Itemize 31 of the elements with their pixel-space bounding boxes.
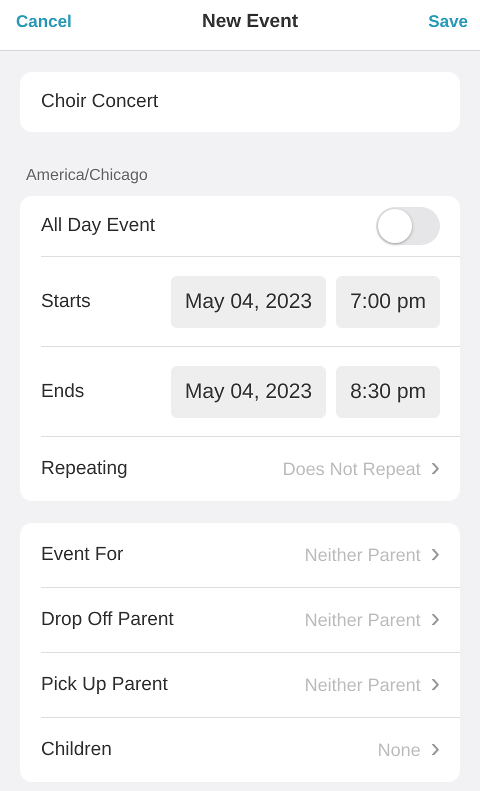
row-value: Neither Parent: [304, 544, 421, 566]
settings-row[interactable]: Drop Off Parent Neither Parent ›: [41, 588, 460, 653]
date-picker[interactable]: May 04, 2023: [170, 366, 326, 418]
row-label: Repeating: [41, 458, 129, 480]
row-label: All Day Event: [41, 215, 156, 237]
row-value: Neither Parent: [304, 674, 421, 696]
row-value: Does Not Repeat: [282, 458, 421, 480]
row-label: Drop Off Parent: [41, 609, 175, 631]
settings-row[interactable]: Pick Up Parent Neither Parent ›: [41, 653, 460, 718]
row-label: Children: [41, 739, 113, 761]
time-picker[interactable]: 8:30 pm: [336, 366, 440, 418]
all-day-toggle[interactable]: [376, 207, 440, 245]
chevron-icon: ›: [430, 669, 440, 697]
chevron-icon: ›: [430, 604, 440, 632]
row-label: Pick Up Parent: [41, 674, 169, 696]
date-picker[interactable]: May 04, 2023: [170, 276, 326, 328]
chevron-icon: ›: [430, 734, 440, 762]
repeating-row[interactable]: Repeating Does Not Repeat ›: [41, 437, 460, 501]
timezone-label: America/Chicago: [26, 167, 149, 185]
row-value: Neither Parent: [304, 610, 421, 630]
row-label: Starts: [41, 290, 92, 312]
time-picker[interactable]: 7:00 pm: [336, 276, 440, 328]
event-title-field[interactable]: Choir Concert: [20, 72, 460, 132]
row-value: None: [378, 740, 421, 760]
settings-row[interactable]: Children None ›: [41, 718, 460, 782]
chevron-icon: ›: [430, 539, 440, 567]
row-label: Event For: [41, 544, 124, 566]
settings-row[interactable]: Event For Neither Parent ›: [41, 523, 460, 588]
screen-title: New Event: [202, 11, 298, 33]
chevron-icon: ›: [430, 453, 440, 481]
row-label: Ends: [41, 380, 86, 402]
